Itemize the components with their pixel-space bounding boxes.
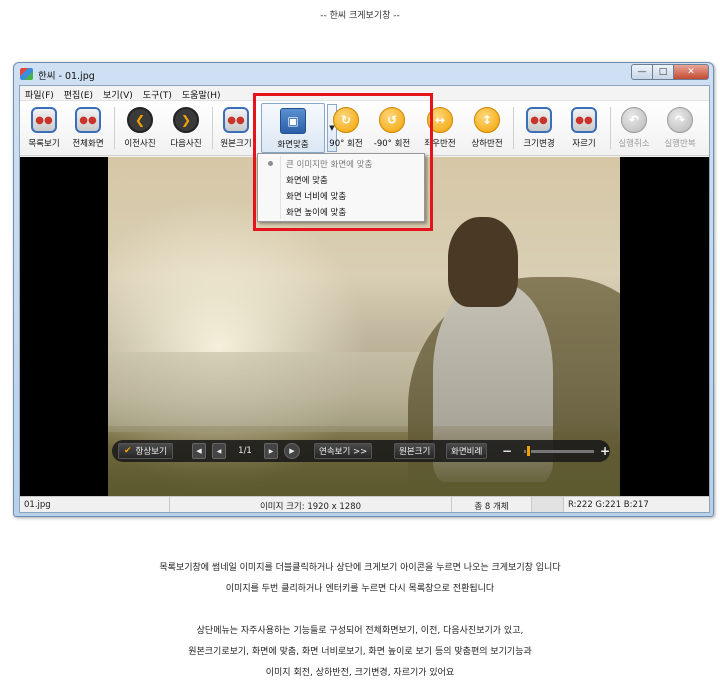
last-page-button[interactable]: ▶ [284,443,300,459]
chevron-left-icon: ❮ [127,107,153,133]
prev-page-button[interactable]: ◀ [212,443,226,459]
page-indicator: 1/1 [238,446,252,456]
original-size-ctrl-button[interactable]: 원본크기 [394,443,436,459]
status-color-swatch [532,497,564,512]
undo-button[interactable]: ↶ 실행취소 [610,103,658,153]
window-controls: — □ ✕ [631,64,709,81]
status-count: 총 8 개체 [452,497,532,512]
close-button[interactable]: ✕ [673,64,709,80]
triangle-left-icon: ◀ [196,447,202,455]
original-size-icon: ●● [223,107,249,133]
next-page-button[interactable]: ▶ [264,443,278,459]
menu-help[interactable]: 도움말(H) [177,86,226,101]
menu-tools[interactable]: 도구(T) [138,86,177,101]
crop-button[interactable]: ●● 자르기 [560,103,608,153]
status-bar: 01.jpg 이미지 크기: 1920 x 1280 총 8 개체 R:222 … [20,496,709,512]
highlight-box [253,93,433,231]
description-line-4: 원본크기로보기, 화면에 맞춤, 화면 너비로보기, 화면 높이로 보기 등의 … [188,647,532,657]
window-title: 한씨 - 01.jpg [38,71,95,82]
minus-icon: − [501,444,513,458]
crop-icon: ●● [571,107,597,133]
viewer-control-bar: ✔ 항상보기 ◀ ◀ 1/1 ▶ ▶ 연속보기 >> 원본크기 화면비례 − + [112,440,610,462]
undo-label: 실행취소 [618,139,650,149]
flip-vertical-icon: ↕ [474,107,500,133]
minimize-button[interactable]: — [631,64,653,80]
flip-vertical-button[interactable]: ↕ 상하반전 [463,103,511,153]
app-logo-icon [20,68,33,80]
page-caption: -- 한씨 크게보기창 -- [320,11,400,21]
description-line-3: 상단메뉴는 자주사용하는 기능들로 구성되어 전체화면보기, 이전, 다음사진보… [196,626,524,636]
toolbar-divider [513,107,514,149]
first-page-button[interactable]: ◀ [192,443,206,459]
redo-icon: ↷ [667,107,693,133]
resize-icon: ●● [526,107,552,133]
always-view-label: 항상보기 [135,447,167,457]
small-triangle-left-icon: ◀ [216,447,222,455]
menu-view[interactable]: 보기(V) [98,86,138,101]
ratio-button[interactable]: 화면비례 [446,443,488,459]
resize-label: 크기변경 [523,139,555,149]
close-icon: ✕ [687,67,695,77]
maximize-button[interactable]: □ [652,64,674,80]
status-image-size: 이미지 크기: 1920 x 1280 [170,497,452,512]
list-view-button[interactable]: ●● 목록보기 [20,103,68,153]
fullscreen-label: 전체화면 [72,139,104,149]
plus-icon: + [599,444,611,458]
list-view-icon: ●● [31,107,57,133]
slideshow-button[interactable]: 연속보기 >> [314,443,373,459]
next-photo-button[interactable]: ❯ 다음사진 [162,103,210,153]
redo-button[interactable]: ↷ 실행반복 [656,103,704,153]
description-line-5: 이미지 회전, 상하반전, 크기변경, 자르기가 있어요 [265,668,455,678]
redo-label: 실행반복 [664,139,696,149]
list-view-label: 목록보기 [28,139,60,149]
minimize-icon: — [637,67,647,77]
small-triangle-right-icon: ▶ [268,447,274,455]
fullscreen-button[interactable]: ●● 전체화면 [64,103,112,153]
flip-vertical-label: 상하반전 [471,139,503,149]
status-filename: 01.jpg [20,497,170,512]
description-line-1: 목록보기창에 썸네일 이미지를 더블클릭하거나 상단에 크게보기 아이콘을 누르… [159,563,561,573]
zoom-in-button[interactable]: + [598,443,612,459]
fullscreen-icon: ●● [75,107,101,133]
description-line-2: 이미지를 두번 클리하거나 엔터키를 누르면 다시 목록창으로 전환됩니다 [225,584,495,594]
original-size-label: 원본크기 [220,139,252,149]
prev-photo-label: 이전사진 [124,139,156,149]
next-photo-label: 다음사진 [170,139,202,149]
zoom-slider-handle[interactable] [525,445,531,457]
prev-photo-button[interactable]: ❮ 이전사진 [116,103,164,153]
zoom-slider-track[interactable] [524,450,594,453]
chevron-right-icon: ❯ [173,107,199,133]
check-icon: ✔ [124,446,132,456]
resize-button[interactable]: ●● 크기변경 [515,103,563,153]
toolbar-divider [114,107,115,149]
triangle-right-icon: ▶ [289,447,295,455]
crop-label: 자르기 [572,139,596,149]
maximize-icon: □ [658,67,668,77]
undo-icon: ↶ [621,107,647,133]
menu-file[interactable]: 파일(F) [20,86,59,101]
menu-edit[interactable]: 편집(E) [59,86,98,101]
status-rgb: R:222 G:221 B:217 [568,500,649,510]
title-bar[interactable]: 한씨 - 01.jpg — □ ✕ [14,63,713,85]
zoom-out-button[interactable]: − [500,443,514,459]
always-view-toggle[interactable]: ✔ 항상보기 [118,443,173,459]
